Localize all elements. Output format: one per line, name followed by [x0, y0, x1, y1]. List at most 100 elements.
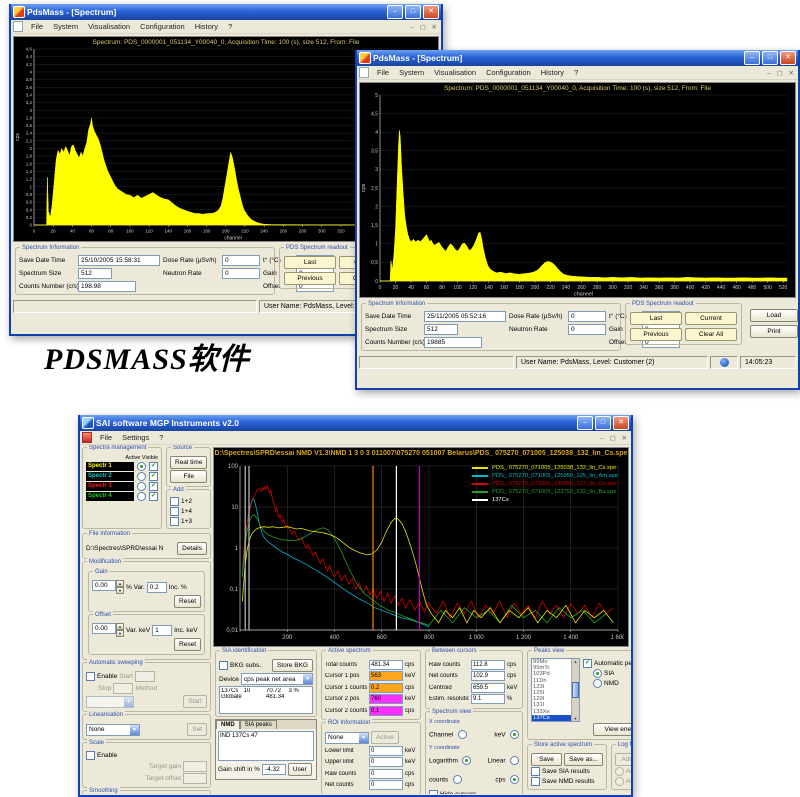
close-button[interactable]: ✕	[613, 416, 629, 430]
active-radio[interactable]	[137, 482, 146, 491]
user-button[interactable]: User	[288, 763, 312, 776]
title-bar[interactable]: SAI software MGP Instruments v2.0 – □ ✕	[80, 415, 631, 431]
auto-peaks-checkbox[interactable]: ✔	[583, 659, 592, 668]
active-radio[interactable]	[137, 472, 146, 481]
w1-menu-[interactable]: ?	[223, 22, 237, 31]
nmd-radio[interactable]	[593, 679, 602, 688]
readout-button-last[interactable]: Last	[630, 312, 682, 325]
cps-radio[interactable]	[510, 775, 519, 784]
linear-radio[interactable]	[510, 756, 519, 765]
offset-spinner[interactable]: 0.00▲▼	[92, 623, 124, 637]
active-spectrum-value[interactable]: 0.1	[369, 706, 403, 716]
roi-value[interactable]: 0	[369, 757, 403, 767]
peaks-list-item[interactable]: 137Cs	[532, 715, 572, 721]
offset-reset-button[interactable]: Reset	[174, 638, 201, 651]
size-value[interactable]: 512	[78, 268, 112, 279]
minimize-button[interactable]: –	[577, 416, 593, 430]
sia-radio[interactable]	[593, 669, 602, 678]
bkg-subs-checkbox[interactable]	[219, 661, 228, 670]
add-checkbox-13[interactable]	[170, 517, 179, 526]
kev-radio[interactable]	[510, 730, 519, 739]
roi-value[interactable]: 0	[369, 769, 403, 779]
sia-results-list[interactable]: 137Cs1070.723 %Globale481.34	[219, 686, 313, 714]
counts-radio[interactable]	[453, 775, 462, 784]
save-nmd-checkbox[interactable]	[531, 777, 540, 786]
readout-button-clearall[interactable]: Clear All	[685, 328, 737, 341]
roi-dropdown[interactable]: None▼	[325, 732, 369, 744]
save-sia-checkbox[interactable]	[531, 767, 540, 776]
add-checkbox-14[interactable]	[170, 507, 179, 516]
readout-button-last[interactable]: Last	[284, 256, 336, 269]
w2-menu-[interactable]: ?	[569, 68, 583, 77]
between-cursors-value[interactable]: 112.8	[471, 660, 505, 670]
dose-rate-value[interactable]: 0	[222, 255, 260, 266]
w3-menu-[interactable]: ?	[154, 433, 168, 442]
tab-nmd[interactable]: NMD	[216, 720, 240, 729]
active-radio[interactable]	[137, 462, 146, 471]
maximize-button[interactable]: □	[595, 416, 611, 430]
add-checkbox-12[interactable]	[170, 497, 179, 506]
active-spectrum-value[interactable]: 760	[369, 694, 403, 704]
close-button[interactable]: ✕	[780, 51, 796, 65]
active-spectrum-value[interactable]: 563	[369, 671, 403, 681]
w2-menu-history[interactable]: History	[536, 68, 569, 77]
w2-menu-system[interactable]: System	[394, 68, 429, 77]
between-cursors-value[interactable]: 102.9	[471, 671, 505, 681]
counts-value[interactable]: 198.98	[78, 281, 136, 292]
roi-value[interactable]: 0	[369, 746, 403, 756]
action-button-load[interactable]: Load	[750, 309, 798, 322]
sweep-enable-checkbox[interactable]	[86, 672, 95, 681]
counts-value[interactable]: 19885	[424, 337, 482, 348]
minimize-button[interactable]: –	[744, 51, 760, 65]
save-date-value[interactable]: 25/11/2005 05:52:16	[424, 311, 506, 322]
readout-button-previous[interactable]: Previous	[630, 328, 682, 341]
store-bkg-button[interactable]: Store BKG	[272, 659, 313, 672]
neutron-value[interactable]: 0	[222, 268, 260, 279]
peaks-scrollbar[interactable]: ▲▼	[571, 659, 579, 721]
save-date-value[interactable]: 25/10/2005 15:58:31	[78, 255, 160, 266]
between-cursors-value[interactable]: 659.5	[471, 683, 505, 693]
w1-menu-configuration[interactable]: Configuration	[135, 22, 190, 31]
view-energies-button[interactable]: View energies	[593, 723, 631, 736]
title-bar[interactable]: PdsMass - [Spectrum] – □ ✕	[11, 4, 441, 20]
maximize-button[interactable]: □	[762, 51, 778, 65]
size-value[interactable]: 512	[424, 324, 458, 335]
w3-menu-file[interactable]: File	[95, 433, 117, 442]
channel-radio[interactable]	[458, 730, 467, 739]
active-spectrum-value[interactable]: 481.34	[369, 660, 403, 670]
w1-menu-system[interactable]: System	[48, 22, 83, 31]
mdi-window-controls[interactable]: – ▢ ✕	[767, 69, 796, 77]
scale-enable-checkbox[interactable]	[86, 751, 95, 760]
visible-checkbox[interactable]: ✔	[149, 462, 158, 471]
mdi-window-controls[interactable]: – ▢ ✕	[600, 434, 629, 442]
roi-value[interactable]: 0	[369, 780, 403, 790]
visible-checkbox[interactable]: ✔	[149, 472, 158, 481]
active-radio[interactable]	[137, 492, 146, 501]
logarithm-radio[interactable]	[462, 756, 471, 765]
w2-menu-visualisation[interactable]: Visualisation	[429, 68, 481, 77]
save-as-button[interactable]: Save as...	[564, 753, 603, 766]
w2-menu-configuration[interactable]: Configuration	[481, 68, 536, 77]
w1-menu-file[interactable]: File	[26, 22, 48, 31]
close-button[interactable]: ✕	[423, 5, 439, 19]
dose-rate-value[interactable]: 0	[568, 311, 606, 322]
readout-button-current[interactable]: Current	[685, 312, 737, 325]
maximize-button[interactable]: □	[405, 5, 421, 19]
linearisation-dropdown[interactable]: None▼	[86, 724, 140, 736]
offset-inc-field[interactable]: 1	[152, 625, 172, 636]
w2-menu-file[interactable]: File	[372, 68, 394, 77]
details-button[interactable]: Details	[177, 542, 207, 555]
title-bar[interactable]: PdsMass - [Spectrum] – □ ✕	[357, 50, 798, 66]
peaks-list[interactable]: 99Mo99mTc103Pd111In123I125I129I131I133Xe…	[531, 658, 580, 722]
tab-siapeaks[interactable]: SIA peaks	[240, 720, 277, 729]
gain-reset-button[interactable]: Reset	[174, 595, 201, 608]
device-dropdown[interactable]: cps peak net area▼	[241, 673, 313, 685]
visible-checkbox[interactable]: ✔	[149, 482, 158, 491]
neutron-value[interactable]: 0	[568, 324, 606, 335]
source-file-button[interactable]: File	[170, 470, 207, 483]
visible-checkbox[interactable]: ✔	[149, 492, 158, 501]
w3-menu-settings[interactable]: Settings	[117, 433, 154, 442]
hide-cursors-checkbox[interactable]	[429, 790, 438, 795]
between-cursors-value[interactable]: 9.1	[471, 694, 505, 704]
active-spectrum-value[interactable]: 0.2	[369, 683, 403, 693]
